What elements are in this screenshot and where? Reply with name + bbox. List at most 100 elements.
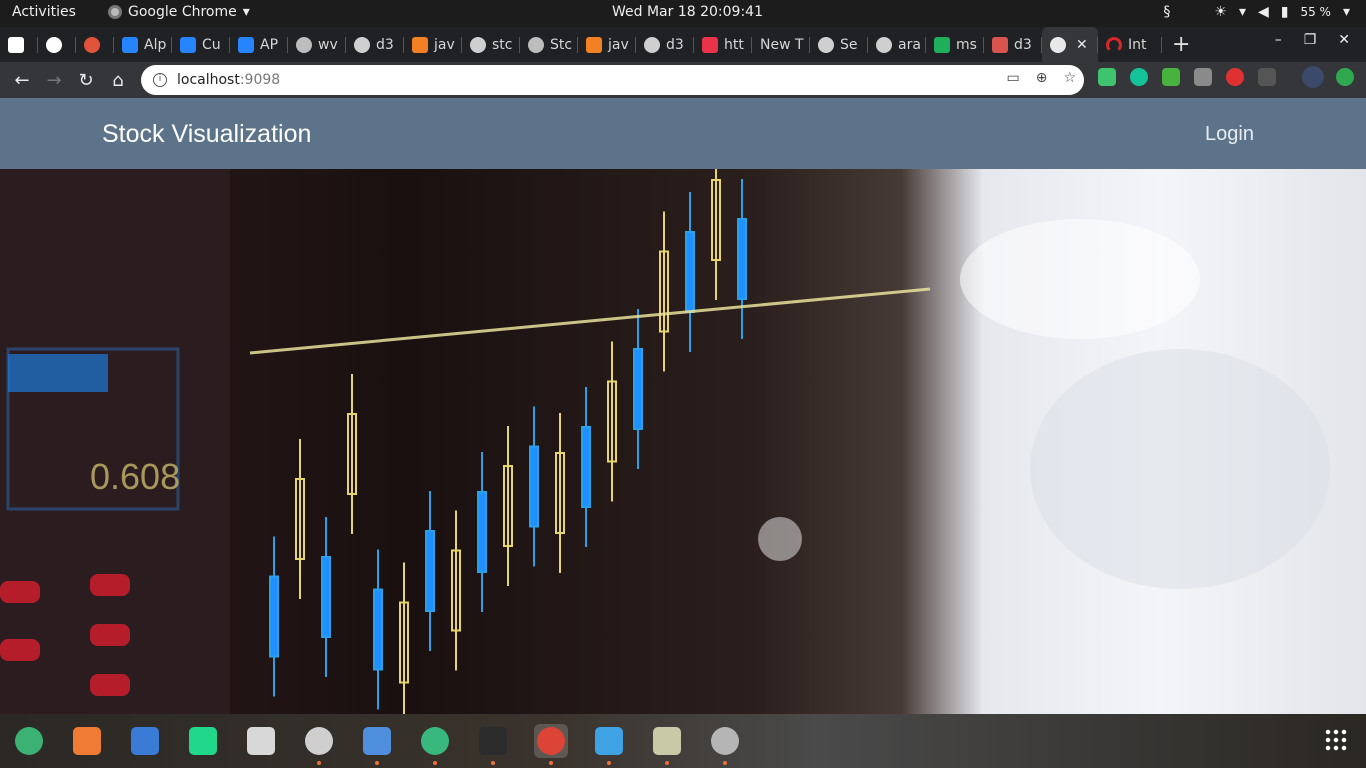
tab[interactable]: jav: [578, 27, 636, 62]
tab[interactable]: [38, 27, 76, 62]
chrome-app-icon: [108, 5, 122, 19]
steam-tray-icon[interactable]: §: [1163, 4, 1170, 20]
facebook-extension-icon[interactable]: [1194, 68, 1212, 86]
blurred-light: [758, 517, 802, 561]
close-window-icon[interactable]: ✕: [1338, 32, 1350, 48]
tab[interactable]: AP: [230, 27, 288, 62]
quora-icon: [84, 36, 100, 53]
chrome-icon[interactable]: [534, 724, 568, 765]
dock: [0, 714, 1366, 768]
archive-icon[interactable]: [650, 724, 684, 765]
github-icon: [470, 36, 486, 53]
disk-icon[interactable]: [708, 724, 742, 765]
running-indicator: [665, 761, 669, 765]
tab[interactable]: [76, 27, 114, 62]
show-applications-icon[interactable]: [1324, 728, 1348, 752]
battery-icon: ▮: [1280, 4, 1289, 20]
tab-label: d3: [376, 36, 394, 53]
adblock-icon[interactable]: [1226, 68, 1244, 86]
tab-label: jav: [608, 36, 629, 53]
tab-label: stc: [492, 36, 513, 53]
github-icon: [644, 36, 660, 53]
atlassian-icon: [180, 36, 196, 53]
minimize-icon[interactable]: –: [1275, 32, 1282, 48]
cast-icon[interactable]: ▭: [1006, 70, 1019, 86]
terminal-icon[interactable]: [476, 724, 510, 765]
globe-icon: [1050, 36, 1066, 53]
tab[interactable]: Cu: [172, 27, 230, 62]
zoom-icon[interactable]: ⊕: [1036, 70, 1048, 86]
pycharm-icon[interactable]: [186, 724, 220, 758]
grammarly-icon[interactable]: [1130, 68, 1148, 86]
url-port: :9098: [239, 72, 281, 88]
tab[interactable]: Se: [810, 27, 868, 62]
tab-label: Se: [840, 36, 858, 53]
search-app-icon[interactable]: [244, 724, 278, 758]
running-indicator: [491, 761, 495, 765]
extension-puzzle-icon[interactable]: [1258, 68, 1276, 86]
download-extension-icon[interactable]: [1162, 68, 1180, 86]
tab[interactable]: htt: [694, 27, 752, 62]
tab[interactable]: ara: [868, 27, 926, 62]
webstorm-icon: [702, 36, 718, 53]
app-store-icon[interactable]: [70, 724, 104, 758]
tab[interactable]: New T: [752, 27, 810, 62]
tab[interactable]: [0, 27, 38, 62]
activities-button[interactable]: Activities: [12, 4, 76, 20]
tab[interactable]: jav: [404, 27, 462, 62]
wifi-icon: ▾: [1238, 4, 1246, 20]
tab[interactable]: Alp: [114, 27, 172, 62]
tab-label: d3: [1014, 36, 1032, 53]
settings-icon[interactable]: [302, 724, 336, 765]
tab-active[interactable]: ✕: [1042, 27, 1098, 62]
system-tray[interactable]: § ☀ ▾ ◀ ▮ 55 % ▾: [1163, 4, 1350, 20]
hero-image: 0.608: [0, 169, 1366, 714]
tab-strip: Alp Cu AP wv d3 jav stc Stc jav d3 htt New T Se ara ms…: [0, 27, 1366, 62]
new-tab-button[interactable]: +: [1172, 32, 1190, 57]
close-icon[interactable]: ✕: [1076, 37, 1088, 53]
tab-label: Cu: [202, 36, 221, 53]
extension-mail-icon[interactable]: [1098, 68, 1116, 86]
files-icon[interactable]: [360, 724, 394, 765]
app-menu[interactable]: Google Chrome ▾: [108, 4, 250, 20]
clock[interactable]: Wed Mar 18 20:09:41: [612, 4, 763, 20]
site-brand[interactable]: Stock Visualization: [102, 120, 311, 149]
maps-icon[interactable]: [12, 724, 46, 758]
tab[interactable]: wv: [288, 27, 346, 62]
candle-body: [269, 575, 279, 658]
tab[interactable]: stc: [462, 27, 520, 62]
profile-avatar[interactable]: [1302, 66, 1324, 88]
chevron-down-icon: ▾: [242, 4, 250, 20]
steam-icon[interactable]: [592, 724, 626, 765]
tab[interactable]: d3: [984, 27, 1042, 62]
back-icon[interactable]: ←: [6, 70, 38, 91]
tab[interactable]: Int: [1098, 27, 1162, 62]
globe-icon: [528, 36, 544, 53]
update-icon[interactable]: [1336, 68, 1354, 86]
screen-highlight: [8, 354, 108, 392]
tab[interactable]: d3: [636, 27, 694, 62]
info-icon[interactable]: i: [153, 73, 167, 87]
text-editor-icon-glyph: [131, 727, 159, 755]
address-bar[interactable]: i localhost:9098 ▭ ⊕ ☆: [141, 65, 1084, 95]
forward-icon[interactable]: →: [38, 70, 70, 91]
text-editor-icon[interactable]: [128, 724, 162, 758]
tab[interactable]: d3: [346, 27, 404, 62]
tab-label: New T: [760, 36, 804, 53]
restore-icon[interactable]: ❐: [1304, 32, 1317, 48]
atom-icon-glyph: [421, 727, 449, 755]
window-controls: – ❐ ✕: [1275, 32, 1350, 48]
tab[interactable]: ms: [926, 27, 984, 62]
running-indicator: [375, 761, 379, 765]
reload-icon[interactable]: ↻: [70, 70, 102, 91]
atom-icon[interactable]: [418, 724, 452, 765]
login-link[interactable]: Login: [1205, 123, 1254, 146]
home-icon[interactable]: ⌂: [102, 70, 134, 91]
blurred-hand: [1030, 349, 1330, 589]
disk-icon-glyph: [711, 727, 739, 755]
candlesticks: [269, 169, 747, 714]
tab[interactable]: Stc: [520, 27, 578, 62]
candle-body: [685, 231, 695, 313]
terminal-icon-glyph: [479, 727, 507, 755]
bookmark-star-icon[interactable]: ☆: [1063, 70, 1076, 86]
